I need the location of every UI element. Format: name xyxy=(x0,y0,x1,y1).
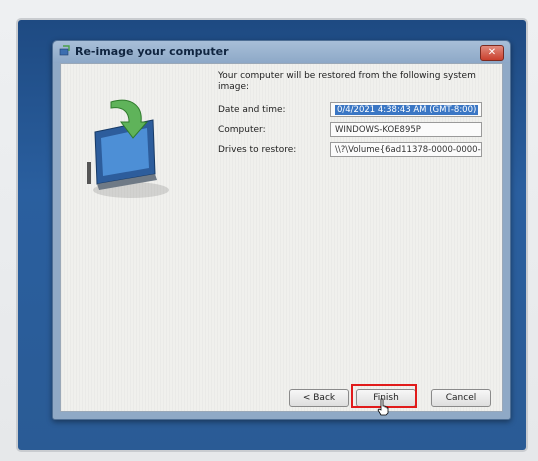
date-time-value: 0/4/2021 4:38:43 AM (GMT-8:00) xyxy=(335,105,479,115)
date-time-field[interactable]: 0/4/2021 4:38:43 AM (GMT-8:00) xyxy=(330,102,482,117)
computer-field[interactable]: WINDOWS-KOE895P xyxy=(330,122,482,137)
intro-text: Your computer will be restored from the … xyxy=(218,71,476,92)
drives-label: Drives to restore: xyxy=(218,145,297,155)
button-bar: < Back Finish Cancel xyxy=(61,383,502,416)
system-image-restore-icon xyxy=(87,99,169,198)
back-button[interactable]: < Back xyxy=(289,389,349,407)
close-icon: ✕ xyxy=(487,47,497,58)
close-button[interactable]: ✕ xyxy=(480,45,504,61)
re-image-dialog: Re-image your computer ✕ Your computer w… xyxy=(52,40,511,420)
title-bar[interactable]: Re-image your computer ✕ xyxy=(53,41,510,63)
restore-icon xyxy=(59,45,70,56)
hand-pointer-icon xyxy=(377,398,389,416)
cancel-button[interactable]: Cancel xyxy=(431,389,491,407)
date-time-label: Date and time: xyxy=(218,105,286,115)
dialog-content: Your computer will be restored from the … xyxy=(60,63,503,416)
drives-field[interactable]: \\?\Volume{6ad11378-0000-0000- xyxy=(330,142,482,157)
photo-background: Re-image your computer ✕ Your computer w… xyxy=(0,0,538,461)
computer-label: Computer: xyxy=(218,125,266,135)
dialog-title: Re-image your computer xyxy=(75,45,229,58)
